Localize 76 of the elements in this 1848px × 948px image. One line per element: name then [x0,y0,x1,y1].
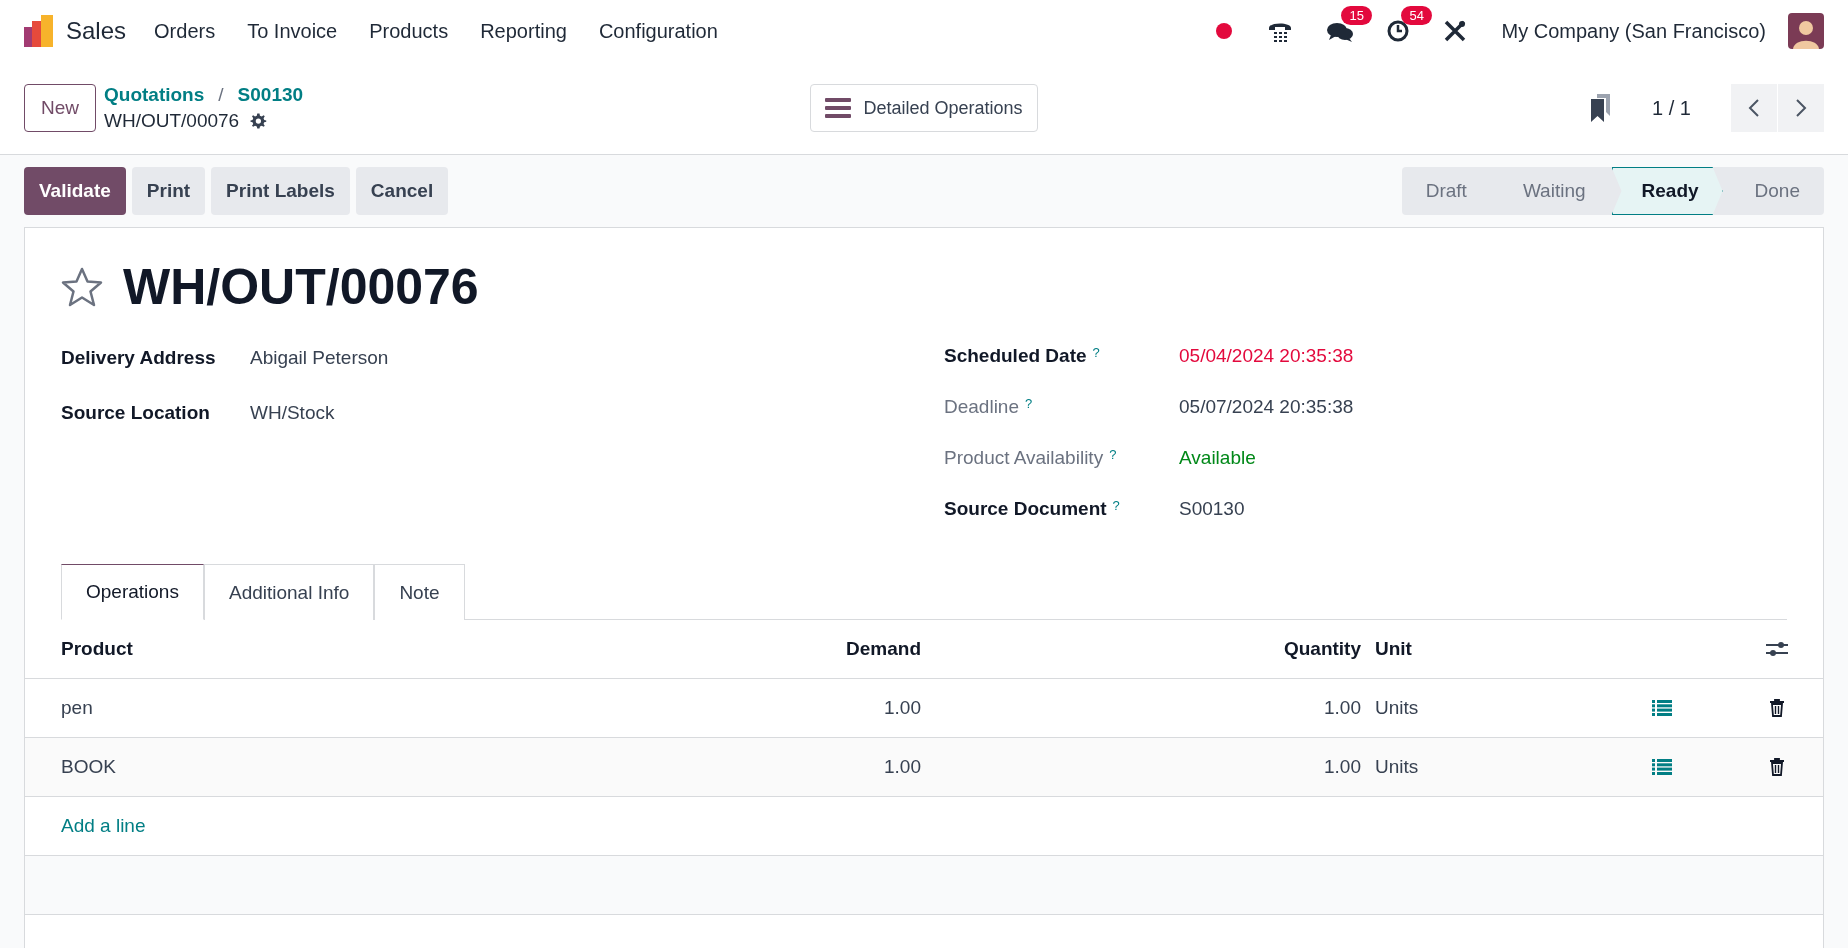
help-tooltip-icon[interactable]: ? [1112,497,1120,513]
trash-icon[interactable] [1769,758,1785,776]
sliders-icon[interactable] [1766,639,1788,659]
table-cell-text: Units [1374,756,1420,778]
column-header[interactable]: Unit [1373,638,1593,660]
menu-item[interactable]: Reporting [480,19,567,43]
field-label: Product Availability [944,446,1104,469]
column-header[interactable]: Product [61,638,633,660]
new-button[interactable]: New [24,84,96,132]
table-cell-text: pen [61,697,94,719]
recording-dot-icon[interactable] [1215,22,1234,40]
avatar-icon[interactable] [1788,13,1824,49]
breadcrumb-separator: / [218,84,224,106]
field-value[interactable]: 05/07/2024 20:35:38 [1179,395,1354,418]
list-icon[interactable] [1652,759,1672,775]
app-logo-icon [24,15,54,47]
column-header[interactable]: Demand [633,638,933,660]
bookmarks-icon[interactable] [1590,94,1613,122]
action-button[interactable]: Print Labels [211,167,350,215]
help-tooltip-icon[interactable]: ? [1109,446,1117,462]
detailed-operations-button[interactable]: Detailed Operations [810,84,1038,132]
action-button[interactable]: Print [131,167,206,215]
table-cell-text: 1.00 [1323,697,1362,719]
breadcrumb-link[interactable]: S00130 [237,84,304,106]
next-button[interactable] [1778,84,1824,132]
table-cell-text: 1.00 [883,697,922,719]
field-label: Scheduled Date [944,344,1087,367]
list-icon [825,97,852,119]
add-line-link[interactable]: Add a line [61,815,146,837]
tools-icon[interactable] [1443,19,1468,43]
previous-button[interactable] [1731,84,1777,132]
chevron-right-icon [1795,98,1807,118]
field-value[interactable]: S00130 [1179,497,1245,520]
star-icon[interactable] [61,267,103,307]
help-tooltip-icon[interactable]: ? [1092,344,1100,360]
column-header[interactable]: Quantity [933,638,1373,660]
status-stage[interactable]: Ready [1611,167,1723,215]
record-title: WH/OUT/00076 [123,258,479,316]
menu-item[interactable]: Orders [154,19,216,43]
record-name: WH/OUT/00076 [104,110,240,132]
list-icon[interactable] [1652,700,1672,716]
menu-item[interactable]: To Invoice [247,19,338,43]
clock-icon[interactable] [1387,20,1410,42]
counter-badge: 15 [1341,6,1372,25]
field-label: Deadline [944,395,1019,418]
field-label: Source Location [61,401,210,424]
table-cell-text: 1.00 [883,756,922,778]
trash-icon[interactable] [1769,699,1785,717]
chat-bubbles-icon[interactable] [1327,20,1354,42]
field-value[interactable]: WH/Stock [250,401,335,424]
notebook-tab[interactable]: Additional Info [203,564,375,620]
status-stage[interactable]: Draft [1401,167,1491,215]
pager-value[interactable]: 1 / 1 [1652,96,1691,120]
action-button[interactable]: Validate [24,167,126,215]
menu-item[interactable]: Configuration [598,19,718,43]
status-stage[interactable]: Done [1724,167,1824,215]
company-switcher[interactable]: My Company (San Francisco) [1501,19,1766,43]
field-value[interactable]: Available [1179,446,1256,469]
field-value[interactable]: 05/04/2024 20:35:38 [1179,344,1354,367]
chevron-left-icon [1748,98,1760,118]
app-name[interactable]: Sales [66,17,127,45]
menu-item[interactable]: Products [369,19,449,43]
table-cell-text: BOOK [61,756,117,778]
table-cell-text: 1.00 [1323,756,1362,778]
breadcrumb-link[interactable]: Quotations [104,84,205,106]
status-stage[interactable]: Waiting [1492,167,1610,215]
action-button[interactable]: Cancel [355,167,449,215]
field-label: Source Document [944,497,1107,520]
field-value[interactable]: Abigail Peterson [250,346,389,369]
counter-badge: 54 [1401,6,1432,25]
table-cell-text: Units [1374,697,1420,719]
field-label: Delivery Address [61,346,216,369]
help-tooltip-icon[interactable]: ? [1025,395,1033,411]
gear-icon[interactable] [249,112,268,130]
notebook-tab[interactable]: Operations [61,564,204,620]
notebook-tab[interactable]: Note [374,564,465,620]
